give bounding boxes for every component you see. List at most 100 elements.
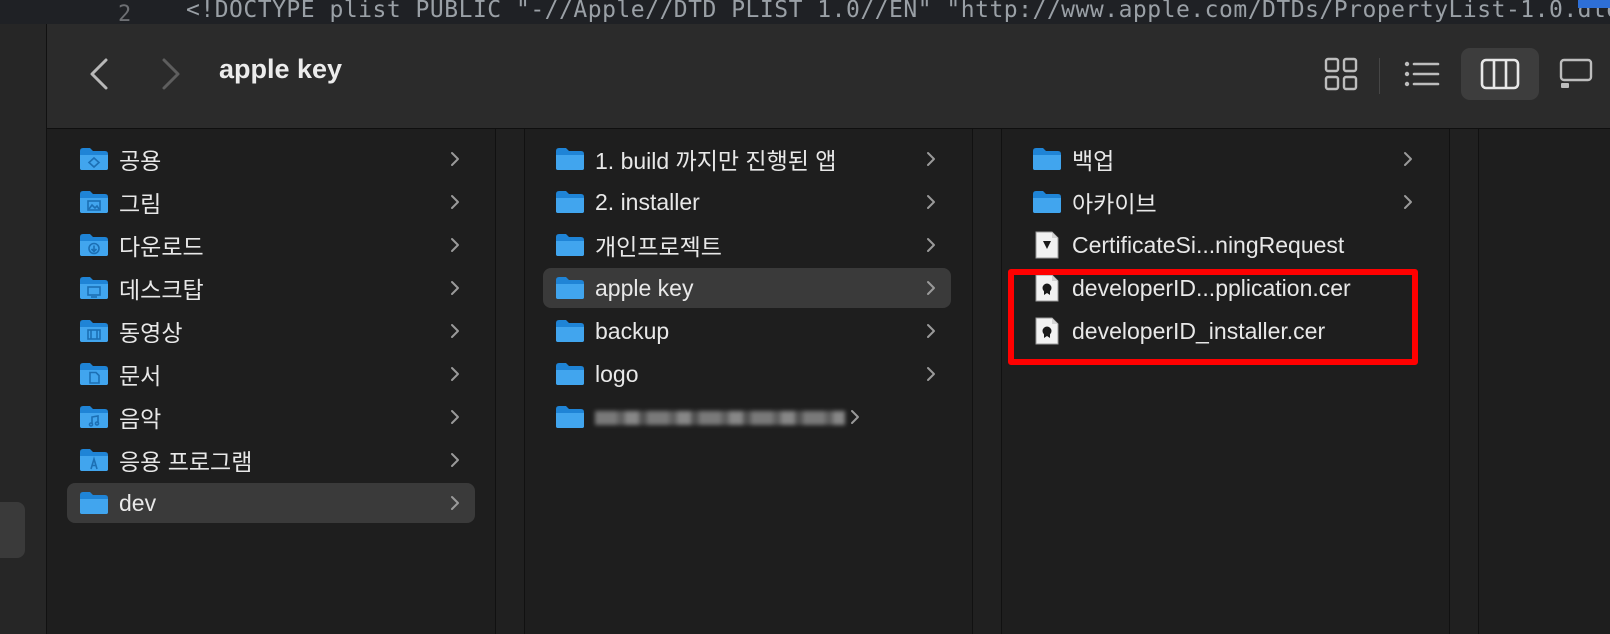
- folder-row[interactable]: 데스크탑: [67, 268, 475, 308]
- list-icon: [1404, 61, 1440, 87]
- icon-view-button[interactable]: [1317, 48, 1365, 100]
- chevron-right-icon: [927, 238, 935, 252]
- chevron-right-icon: [1404, 152, 1412, 166]
- folder-row[interactable]: apple key: [543, 268, 951, 308]
- row-icon: [555, 189, 585, 215]
- editor-blue-tab: [1578, 0, 1610, 8]
- row-icon: [555, 318, 585, 344]
- folder-row[interactable]: 백업: [1020, 139, 1428, 179]
- folder-icon: [556, 406, 584, 428]
- folder-row[interactable]: 2. installer: [543, 182, 951, 222]
- folder-row[interactable]: 1. build 까지만 진행된 앱: [543, 139, 951, 179]
- chevron-right-icon: [451, 367, 459, 381]
- folder-icon: [556, 234, 584, 256]
- folder-row[interactable]: dev: [67, 483, 475, 523]
- forward-button[interactable]: [153, 54, 189, 94]
- folder-row[interactable]: 문서: [67, 354, 475, 394]
- row-icon: [1032, 231, 1062, 259]
- row-label: 다운로드: [119, 234, 204, 260]
- folder-icon: [80, 492, 108, 514]
- gallery-icon: [1559, 58, 1593, 88]
- row-icon: [79, 189, 109, 215]
- chevron-right-icon: [927, 152, 935, 166]
- row-label: 문서: [119, 363, 162, 389]
- red-highlight-annotation: [1008, 269, 1418, 365]
- disclosure-chevron: [445, 495, 465, 511]
- chevron-right-icon: [927, 367, 935, 381]
- folder-row[interactable]: [543, 397, 951, 437]
- row-icon: [555, 146, 585, 172]
- row-icon: [555, 232, 585, 258]
- gallery-view-button[interactable]: [1557, 48, 1597, 100]
- disclosure-chevron: [921, 151, 941, 167]
- chevron-right-icon: [927, 324, 935, 338]
- folder-row[interactable]: 그림: [67, 182, 475, 222]
- finder-toolbar: apple key: [47, 24, 1610, 129]
- column-resizer-3[interactable]: [1449, 129, 1479, 634]
- editor-code-line: <!DOCTYPE plist PUBLIC "-//Apple//DTD PL…: [186, 0, 1610, 23]
- column-4: [1479, 129, 1610, 634]
- column-resizer-1[interactable]: [495, 129, 525, 634]
- window-title: apple key: [219, 54, 343, 84]
- disclosure-chevron: [445, 323, 465, 339]
- column-resizer-2[interactable]: [972, 129, 1002, 634]
- folder-row[interactable]: 음악: [67, 397, 475, 437]
- chevron-right-icon: [451, 238, 459, 252]
- folder-row[interactable]: 아카이브: [1020, 182, 1428, 222]
- sidebar-selection[interactable]: [0, 502, 25, 558]
- row-label: logo: [595, 360, 639, 387]
- disclosure-chevron: [445, 151, 465, 167]
- row-label: apple key: [595, 274, 694, 301]
- disclosure-chevron: [921, 237, 941, 253]
- folder-row[interactable]: 개인프로젝트: [543, 225, 951, 265]
- column-2: 1. build 까지만 진행된 앱 2. installer 개인프로젝트 a…: [525, 129, 971, 634]
- folder-applications-icon: [80, 449, 108, 471]
- chevron-right-icon: [851, 410, 859, 424]
- chevron-left-icon: [90, 58, 108, 90]
- folder-downloads-icon: [80, 234, 108, 256]
- chevron-right-icon: [451, 281, 459, 295]
- row-icon: [79, 361, 109, 387]
- disclosure-chevron: [845, 409, 865, 425]
- column-browser: 공용 그림 다운로드 데스크탑 동영상 문서 음악 응용 프로그램 dev 1.…: [47, 129, 1610, 634]
- grid-icon: [1324, 57, 1358, 91]
- chevron-right-icon: [927, 281, 935, 295]
- row-icon: [79, 232, 109, 258]
- row-label: 1. build 까지만 진행된 앱: [595, 148, 837, 174]
- column-3: 백업 아카이브 CertificateSi...ningRequest deve…: [1002, 129, 1448, 634]
- disclosure-chevron: [921, 194, 941, 210]
- row-label: CertificateSi...ningRequest: [1072, 231, 1345, 258]
- chevron-right-icon: [451, 410, 459, 424]
- disclosure-chevron: [445, 452, 465, 468]
- row-label: dev: [119, 489, 157, 516]
- row-label: 개인프로젝트: [595, 234, 722, 260]
- folder-row[interactable]: 동영상: [67, 311, 475, 351]
- row-icon: [1032, 189, 1062, 215]
- columns-icon: [1480, 58, 1520, 90]
- disclosure-chevron: [445, 409, 465, 425]
- folder-row[interactable]: 응용 프로그램: [67, 440, 475, 480]
- folder-icon: [556, 320, 584, 342]
- back-button[interactable]: [81, 54, 117, 94]
- finder-window: apple key 공용 그림 다운로드 데스크탑 동영상 문서 음악 응용 프…: [47, 24, 1610, 634]
- folder-row[interactable]: backup: [543, 311, 951, 351]
- toolbar-divider: [1379, 58, 1380, 94]
- folder-row[interactable]: 다운로드: [67, 225, 475, 265]
- folder-icon: [1033, 148, 1061, 170]
- chevron-right-icon: [927, 195, 935, 209]
- file-row[interactable]: CertificateSi...ningRequest: [1020, 225, 1428, 265]
- chevron-right-icon: [451, 324, 459, 338]
- row-label: 2. installer: [595, 188, 700, 215]
- background-editor-strip: 2 <!DOCTYPE plist PUBLIC "-//Apple//DTD …: [0, 0, 1610, 24]
- folder-music-icon: [80, 406, 108, 428]
- row-icon: [1032, 146, 1062, 172]
- folder-row[interactable]: logo: [543, 354, 951, 394]
- editor-line-number: 2: [118, 2, 132, 24]
- chevron-right-icon: [162, 58, 180, 90]
- column-view-button[interactable]: [1461, 48, 1539, 100]
- disclosure-chevron: [445, 366, 465, 382]
- list-view-button[interactable]: [1397, 48, 1447, 100]
- folder-row[interactable]: 공용: [67, 139, 475, 179]
- folder-public-icon: [80, 148, 108, 170]
- row-icon: [79, 146, 109, 172]
